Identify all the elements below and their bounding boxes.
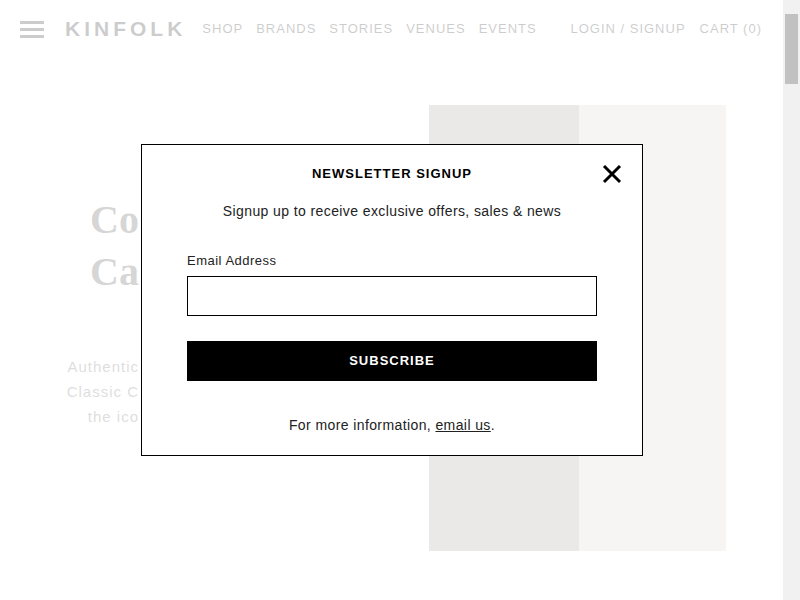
modal-title: NEWSLETTER SIGNUP — [312, 165, 472, 183]
email-link[interactable]: email us — [435, 417, 490, 433]
modal-footer: For more information, email us. — [289, 415, 495, 435]
browser-viewport: KINFOLK SHOPBRANDSSTORIESVENUESEVENTS LO… — [0, 0, 800, 600]
close-icon[interactable] — [602, 164, 622, 184]
email-field: Email Address — [187, 253, 597, 316]
footer-end: . — [491, 417, 495, 433]
page: KINFOLK SHOPBRANDSSTORIESVENUESEVENTS LO… — [0, 0, 783, 600]
footer-text: For more information, — [289, 417, 436, 433]
newsletter-modal: NEWSLETTER SIGNUP Signup up to receive e… — [141, 144, 643, 456]
scrollbar-thumb[interactable] — [785, 14, 798, 84]
subscribe-button[interactable]: SUBSCRIBE — [187, 341, 597, 381]
scrollbar[interactable] — [783, 0, 800, 600]
modal-subtitle: Signup up to receive exclusive offers, s… — [223, 201, 561, 221]
email-input[interactable] — [187, 276, 597, 316]
email-label: Email Address — [187, 253, 597, 269]
